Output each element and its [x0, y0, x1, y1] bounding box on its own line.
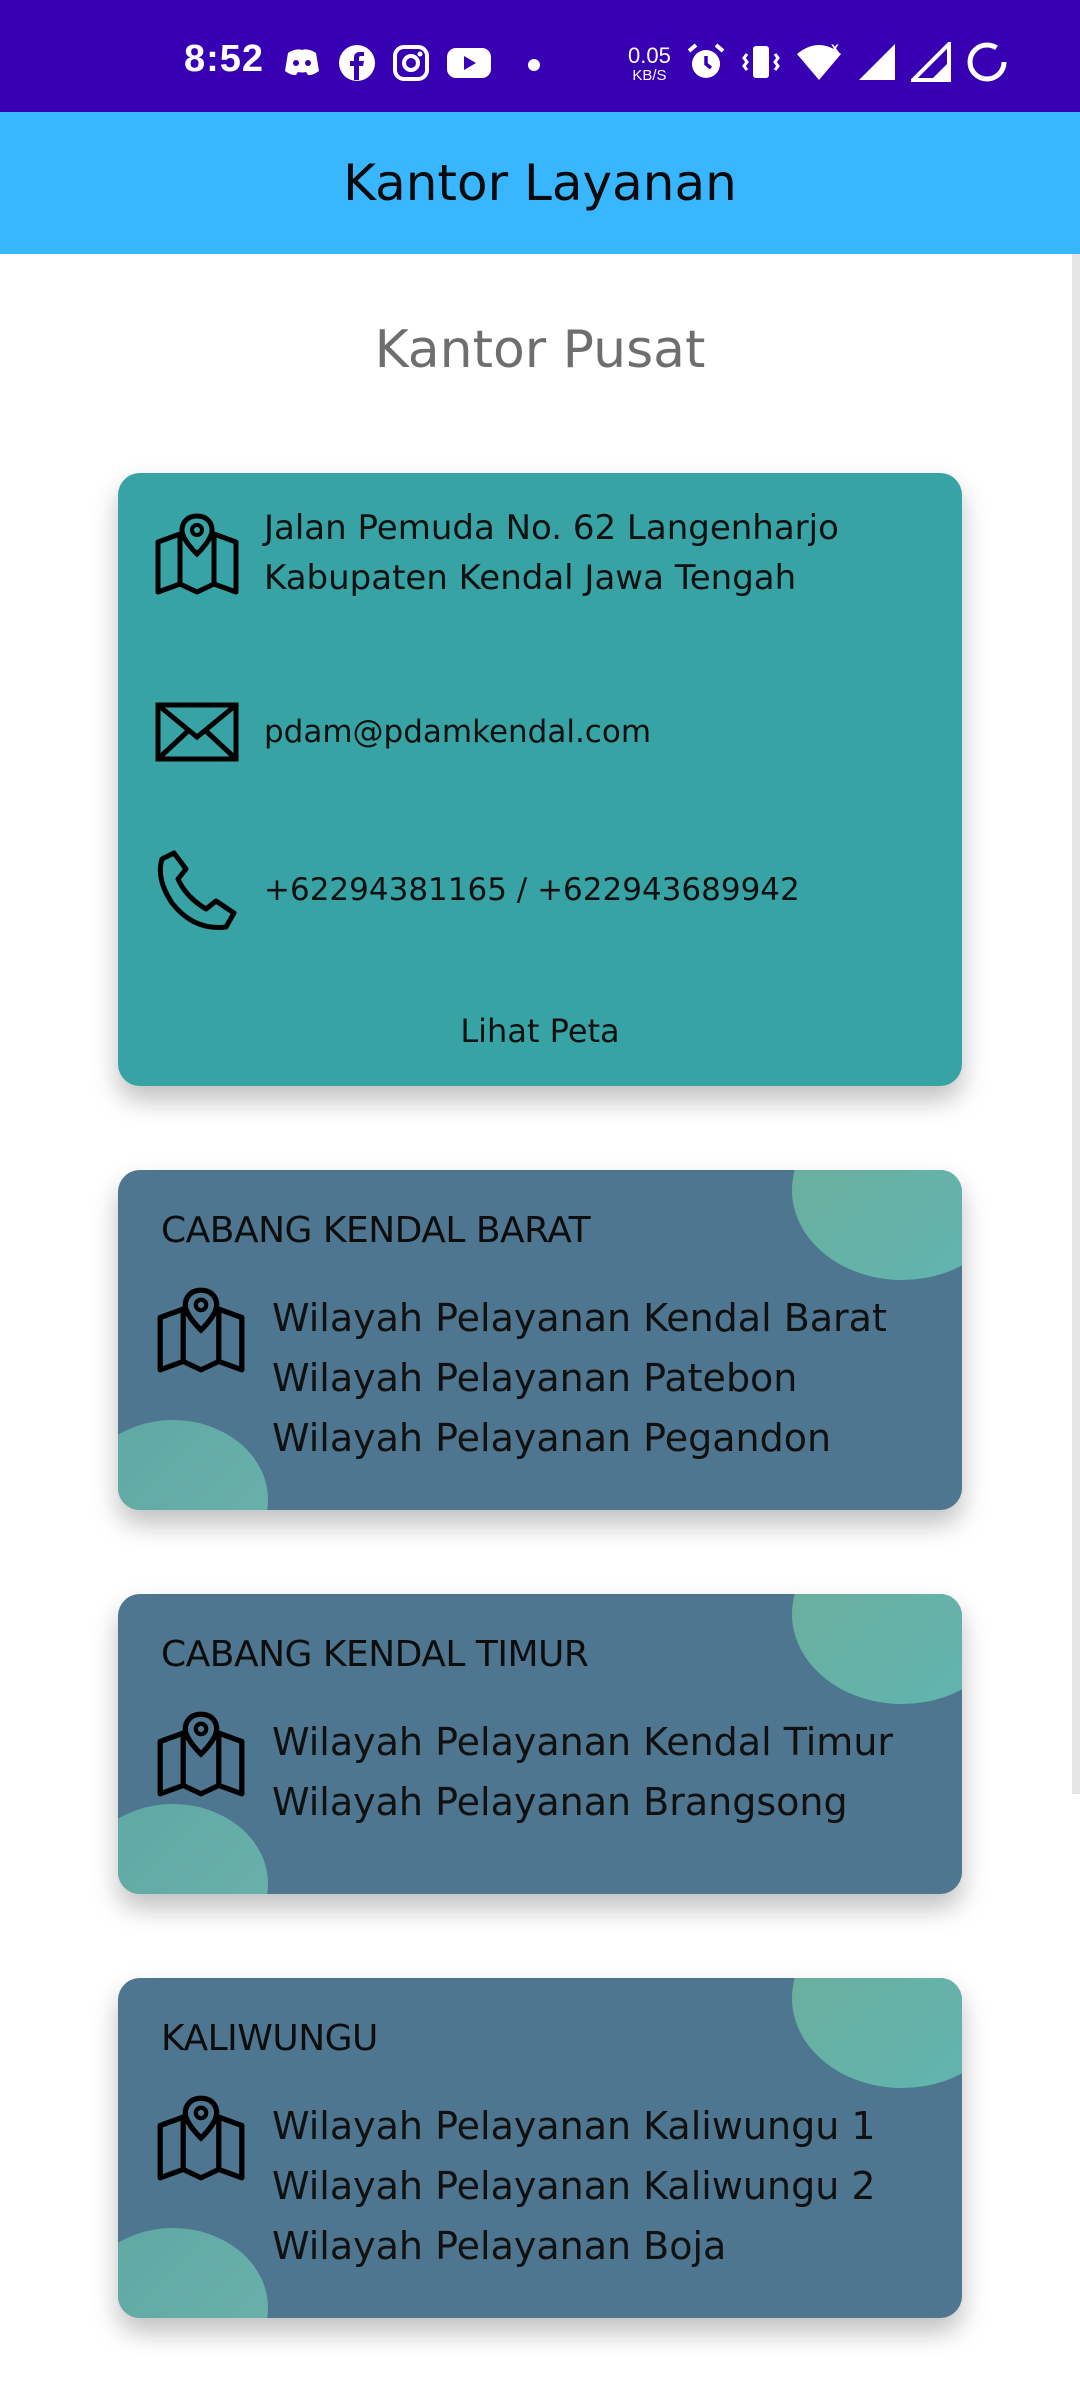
map-pin-icon — [157, 1711, 245, 1797]
section-title: Kantor Pusat — [374, 320, 706, 380]
facebook-icon — [338, 44, 376, 86]
instagram-icon — [392, 44, 430, 86]
map-pin-icon — [155, 513, 239, 595]
decorative-blob — [792, 1594, 962, 1704]
phone-row[interactable]: +62294381165 / +622943689942 — [154, 847, 800, 933]
discord-icon — [282, 45, 322, 85]
branch-card-kendal-barat: CABANG KENDAL BARAT Wilayah Pelayanan Ke… — [118, 1170, 962, 1510]
more-notifications-dot — [528, 59, 540, 71]
list-item: Wilayah Pelayanan Pegandon — [272, 1416, 832, 1460]
status-bar: 8:52 0.05 KB/S x — [0, 0, 1080, 112]
wifi-icon: x — [795, 39, 843, 86]
branch-title: CABANG KENDAL TIMUR — [161, 1634, 589, 1675]
decorative-blob — [792, 1978, 962, 2088]
service-area-list: Wilayah Pelayanan Kendal Barat Wilayah P… — [272, 1288, 887, 1468]
branch-title: CABANG KENDAL BARAT — [161, 1210, 591, 1251]
view-map-link[interactable]: Lihat Peta — [118, 1012, 962, 1050]
network-speed: 0.05 KB/S — [628, 43, 671, 84]
service-area-list: Wilayah Pelayanan Kendal Timur Wilayah P… — [272, 1712, 893, 1832]
network-speed-value: 0.05 — [628, 43, 671, 68]
decorative-blob — [118, 1420, 268, 1510]
vibrate-icon — [741, 42, 781, 86]
list-item: Wilayah Pelayanan Kaliwungu 1 — [272, 2104, 876, 2148]
status-time: 8:52 — [184, 38, 265, 80]
phone-icon — [157, 850, 237, 930]
branch-card-kendal-timur: CABANG KENDAL TIMUR Wilayah Pelayanan Ke… — [118, 1594, 962, 1894]
list-item: Wilayah Pelayanan Kendal Timur — [272, 1720, 894, 1764]
envelope-icon — [155, 702, 239, 762]
decorative-blob — [118, 2228, 268, 2318]
decorative-blob — [118, 1804, 268, 1894]
branch-title: KALIWUNGU — [161, 2018, 378, 2059]
address-text: Jalan Pemuda No. 62 Langenharjo Kabupate… — [264, 503, 839, 603]
service-area-list: Wilayah Pelayanan Kaliwungu 1 Wilayah Pe… — [272, 2096, 876, 2276]
youtube-icon — [446, 46, 492, 84]
map-pin-icon — [157, 2095, 245, 2181]
svg-text:x: x — [831, 42, 839, 55]
network-speed-unit: KB/S — [632, 67, 667, 84]
signal-icon — [907, 39, 951, 86]
list-item: Wilayah Pelayanan Kaliwungu 2 — [272, 2164, 876, 2208]
map-pin-icon — [157, 1287, 245, 1373]
phone-text[interactable]: +62294381165 / +622943689942 — [264, 865, 800, 915]
list-item: Wilayah Pelayanan Boja — [272, 2224, 727, 2268]
scrollbar[interactable] — [1072, 254, 1080, 1794]
battery-icon — [965, 40, 1009, 88]
list-item: Wilayah Pelayanan Patebon — [272, 1356, 798, 1400]
address-row: Jalan Pemuda No. 62 Langenharjo Kabupate… — [154, 503, 839, 603]
list-item: Wilayah Pelayanan Brangsong — [272, 1780, 848, 1824]
address-line-2: Kabupaten Kendal Jawa Tengah — [264, 558, 797, 598]
email-text[interactable]: pdam@pdamkendal.com — [264, 707, 651, 757]
branch-card-kaliwungu: KALIWUNGU Wilayah Pelayanan Kaliwungu 1 … — [118, 1978, 962, 2318]
list-item: Wilayah Pelayanan Kendal Barat — [272, 1296, 887, 1340]
alarm-icon — [685, 41, 727, 87]
address-line-1: Jalan Pemuda No. 62 Langenharjo — [264, 508, 839, 548]
system-icons: 0.05 KB/S x — [628, 39, 1009, 88]
page-title: Kantor Layanan — [343, 154, 737, 212]
app-bar: Kantor Layanan — [0, 112, 1080, 254]
main-office-card: Jalan Pemuda No. 62 Langenharjo Kabupate… — [118, 473, 962, 1086]
email-row[interactable]: pdam@pdamkendal.com — [154, 689, 651, 775]
signal-icon — [857, 42, 897, 86]
decorative-blob — [792, 1170, 962, 1280]
notification-icons — [282, 44, 540, 86]
